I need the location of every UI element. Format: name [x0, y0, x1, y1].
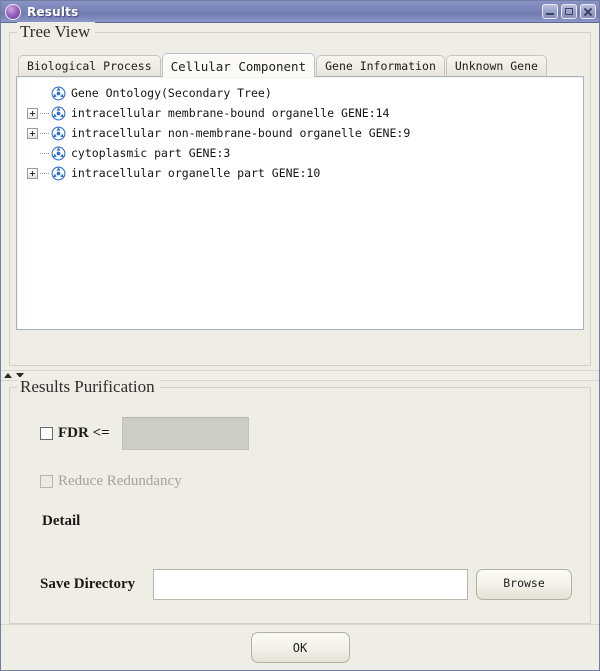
reduce-redundancy-row: Reduce Redundancy — [40, 472, 580, 490]
tab-gene-information[interactable]: Gene Information — [316, 55, 445, 76]
title-bar: Results — [1, 1, 599, 23]
fdr-input[interactable] — [121, 416, 249, 450]
tree-item-label: intracellular non-membrane-bound organel… — [71, 126, 411, 140]
tree-row[interactable]: intracellular membrane-bound organelle G… — [25, 103, 583, 123]
detail-row: Detail — [42, 512, 580, 530]
expand-icon[interactable] — [27, 107, 38, 119]
tree-view-panel-title: Tree View — [17, 22, 96, 42]
tree-row[interactable]: Gene Ontology(Secondary Tree) — [25, 83, 583, 103]
results-purification-panel: Results Purification FDR <= Reduce Redun… — [9, 377, 591, 624]
ok-button[interactable]: OK — [250, 632, 350, 663]
results-window: Results Tree View Biological Process Cel… — [0, 0, 600, 671]
window-controls — [542, 4, 596, 19]
tree-item-label: intracellular organelle part GENE:10 — [71, 166, 321, 180]
window-title: Results — [27, 4, 79, 19]
window-content: Tree View Biological Process Cellular Co… — [1, 22, 599, 670]
tree-connector — [40, 172, 50, 174]
reduce-redundancy-label: Reduce Redundancy — [58, 472, 182, 489]
expander-placeholder — [27, 148, 38, 159]
tree-scroll-pane[interactable]: Gene Ontology(Secondary Tree) intracellu… — [16, 76, 584, 330]
tree-connector — [40, 132, 50, 134]
collapse-up-icon[interactable] — [4, 373, 12, 378]
fdr-label: FDR <= — [58, 424, 110, 441]
expand-icon[interactable] — [27, 127, 38, 139]
fdr-row: FDR <= — [40, 416, 580, 450]
minimize-button[interactable] — [542, 4, 558, 19]
gene-ontology-icon — [51, 146, 66, 161]
results-purification-panel-title: Results Purification — [17, 377, 160, 397]
reduce-redundancy-checkbox — [40, 474, 53, 488]
tab-biological-process[interactable]: Biological Process — [18, 55, 161, 76]
maximize-button[interactable] — [561, 4, 577, 19]
tree-row[interactable]: intracellular non-membrane-bound organel… — [25, 123, 583, 143]
tree-item-label: intracellular membrane-bound organelle G… — [71, 106, 390, 120]
tab-cellular-component[interactable]: Cellular Component — [161, 53, 316, 77]
tree-row[interactable]: intracellular organelle part GENE:10 — [25, 163, 583, 183]
tree-item-label: cytoplasmic part GENE:3 — [71, 146, 231, 160]
tab-strip: Biological Process Cellular Component Ge… — [16, 53, 584, 77]
gene-ontology-icon — [51, 106, 66, 121]
ontology-tree: Gene Ontology(Secondary Tree) intracellu… — [17, 77, 583, 183]
fdr-checkbox[interactable] — [40, 426, 53, 440]
tree-row[interactable]: cytoplasmic part GENE:3 — [25, 143, 583, 163]
tree-item-label: Gene Ontology(Secondary Tree) — [71, 86, 272, 100]
expander-placeholder — [27, 88, 38, 99]
tree-connector — [40, 112, 50, 114]
gene-ontology-icon — [51, 126, 66, 141]
save-directory-row: Save Directory Browse — [40, 567, 572, 601]
detail-label: Detail — [42, 513, 81, 529]
tree-connector — [40, 93, 50, 94]
tree-connector — [40, 152, 50, 154]
tree-view-panel: Tree View Biological Process Cellular Co… — [9, 22, 591, 366]
close-button[interactable] — [580, 4, 596, 19]
gene-ontology-icon — [51, 86, 66, 101]
gene-ontology-icon — [51, 166, 66, 181]
app-icon — [5, 3, 21, 20]
save-directory-label: Save Directory — [40, 575, 136, 592]
tab-unknown-gene[interactable]: Unknown Gene — [445, 55, 547, 76]
save-directory-input[interactable] — [153, 568, 468, 600]
expand-icon[interactable] — [27, 167, 38, 179]
footer-bar: OK — [1, 624, 599, 670]
browse-button[interactable]: Browse — [476, 568, 572, 600]
